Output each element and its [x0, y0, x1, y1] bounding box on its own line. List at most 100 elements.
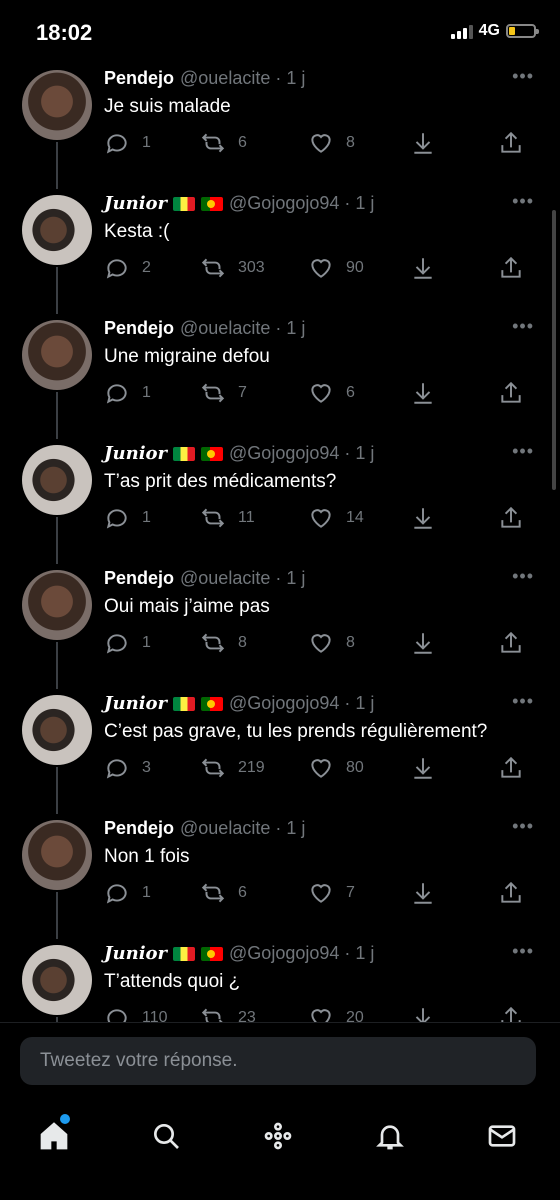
avatar[interactable] [22, 695, 92, 765]
retweet-count: 7 [238, 384, 247, 401]
display-name[interactable]: Junior [104, 193, 167, 214]
more-options-icon[interactable]: ••• [512, 66, 534, 87]
download-button[interactable] [410, 1005, 436, 1022]
avatar[interactable] [22, 945, 92, 1015]
more-options-icon[interactable]: ••• [512, 441, 534, 462]
tweet[interactable]: Junior @Gojogojo94 · 1 j ••• T’attends qu… [0, 937, 560, 1022]
tweet-text: Oui mais j’aime pas [104, 596, 270, 617]
reply-button[interactable]: 3 [104, 755, 151, 781]
reply-button[interactable]: 1 [104, 880, 151, 906]
more-options-icon[interactable]: ••• [512, 316, 534, 337]
like-button[interactable]: 14 [308, 505, 364, 531]
share-button[interactable] [498, 755, 524, 781]
reply-button[interactable]: 110 [104, 1005, 168, 1022]
user-handle[interactable]: @Gojogojo94 [229, 193, 339, 213]
avatar[interactable] [22, 445, 92, 515]
tweet[interactable]: Junior @Gojogojo94 · 1 j ••• T’as prit de… [0, 437, 560, 564]
more-options-icon[interactable]: ••• [512, 566, 534, 587]
tweet-thread[interactable]: Pendejo @ouelacite · 1 j ••• Je suis mala… [0, 60, 560, 1022]
share-button[interactable] [498, 380, 524, 406]
user-handle[interactable]: @ouelacite [180, 68, 270, 88]
download-button[interactable] [410, 255, 436, 281]
share-button[interactable] [498, 130, 524, 156]
tweet-actions: 1 6 8 [104, 130, 534, 160]
reply-button[interactable]: 1 [104, 380, 151, 406]
like-button[interactable]: 8 [308, 630, 355, 656]
more-options-icon[interactable]: ••• [512, 816, 534, 837]
retweet-button[interactable]: 6 [200, 880, 247, 906]
like-button[interactable]: 7 [308, 880, 355, 906]
tweet-text: T’as prit des médicaments? [104, 471, 337, 492]
share-button[interactable] [498, 880, 524, 906]
scrollbar[interactable] [552, 210, 556, 490]
share-button[interactable] [498, 630, 524, 656]
more-options-icon[interactable]: ••• [512, 941, 534, 962]
download-button[interactable] [410, 755, 436, 781]
senegal-flag-icon [173, 197, 196, 212]
retweet-button[interactable]: 303 [200, 255, 265, 281]
reply-button[interactable]: 1 [104, 630, 151, 656]
nav-search[interactable] [146, 1116, 186, 1156]
more-options-icon[interactable]: ••• [512, 691, 534, 712]
share-icon [501, 881, 521, 903]
user-handle[interactable]: @ouelacite [180, 818, 270, 838]
display-name[interactable]: Pendejo [104, 318, 174, 338]
retweet-button[interactable]: 7 [200, 380, 247, 406]
like-button[interactable]: 20 [308, 1005, 364, 1022]
download-button[interactable] [410, 505, 436, 531]
share-button[interactable] [498, 505, 524, 531]
retweet-button[interactable]: 23 [200, 1005, 256, 1022]
retweet-button[interactable]: 8 [200, 630, 247, 656]
more-options-icon[interactable]: ••• [512, 191, 534, 212]
reply-input[interactable] [38, 1049, 518, 1073]
avatar[interactable] [22, 820, 92, 890]
tweet[interactable]: Pendejo @ouelacite · 1 j ••• Une migraine… [0, 312, 560, 439]
reply-button[interactable]: 1 [104, 130, 151, 156]
nav-spaces[interactable] [258, 1116, 298, 1156]
display-name[interactable]: Junior [104, 443, 167, 464]
reply-button[interactable]: 2 [104, 255, 151, 281]
tweet-actions: 1 11 14 [104, 505, 534, 535]
retweet-button[interactable]: 6 [200, 130, 247, 156]
like-button[interactable]: 8 [308, 130, 355, 156]
tweet[interactable]: Pendejo @ouelacite · 1 j ••• Oui mais j’a… [0, 562, 560, 689]
reply-box[interactable] [20, 1037, 536, 1085]
like-button[interactable]: 6 [308, 380, 355, 406]
tweet[interactable]: Pendejo @ouelacite · 1 j ••• Je suis mala… [0, 62, 560, 189]
display-name[interactable]: Pendejo [104, 818, 174, 838]
reply-button[interactable]: 1 [104, 505, 151, 531]
user-handle[interactable]: @Gojogojo94 [229, 693, 339, 713]
avatar[interactable] [22, 570, 92, 640]
share-icon [501, 381, 521, 403]
nav-notifications[interactable] [370, 1116, 410, 1156]
like-button[interactable]: 80 [308, 755, 364, 781]
like-button[interactable]: 90 [308, 255, 364, 281]
user-handle[interactable]: @ouelacite [180, 318, 270, 338]
user-handle[interactable]: @ouelacite [180, 568, 270, 588]
retweet-button[interactable]: 219 [200, 755, 265, 781]
avatar[interactable] [22, 195, 92, 265]
display-name[interactable]: Junior [104, 943, 167, 964]
retweet-icon [201, 508, 225, 528]
share-button[interactable] [498, 255, 524, 281]
tweet[interactable]: Junior @Gojogojo94 · 1 j ••• C’est pas gr… [0, 687, 560, 814]
reply-count: 1 [142, 634, 151, 651]
tweet[interactable]: Pendejo @ouelacite · 1 j ••• Non 1 fois 1… [0, 812, 560, 939]
tweet[interactable]: Junior @Gojogojo94 · 1 j ••• Kesta :( 2 3… [0, 187, 560, 314]
display-name[interactable]: Pendejo [104, 68, 174, 88]
user-handle[interactable]: @Gojogojo94 [229, 443, 339, 463]
avatar[interactable] [22, 70, 92, 140]
retweet-button[interactable]: 11 [200, 505, 255, 531]
download-button[interactable] [410, 880, 436, 906]
display-name[interactable]: Junior [104, 693, 167, 714]
display-name[interactable]: Pendejo [104, 568, 174, 588]
user-handle[interactable]: @Gojogojo94 [229, 943, 339, 963]
download-icon [415, 1008, 431, 1022]
download-button[interactable] [410, 130, 436, 156]
download-button[interactable] [410, 380, 436, 406]
nav-home[interactable] [34, 1114, 74, 1156]
download-button[interactable] [410, 630, 436, 656]
avatar[interactable] [22, 320, 92, 390]
share-button[interactable] [498, 1005, 524, 1022]
nav-messages[interactable] [482, 1116, 522, 1156]
